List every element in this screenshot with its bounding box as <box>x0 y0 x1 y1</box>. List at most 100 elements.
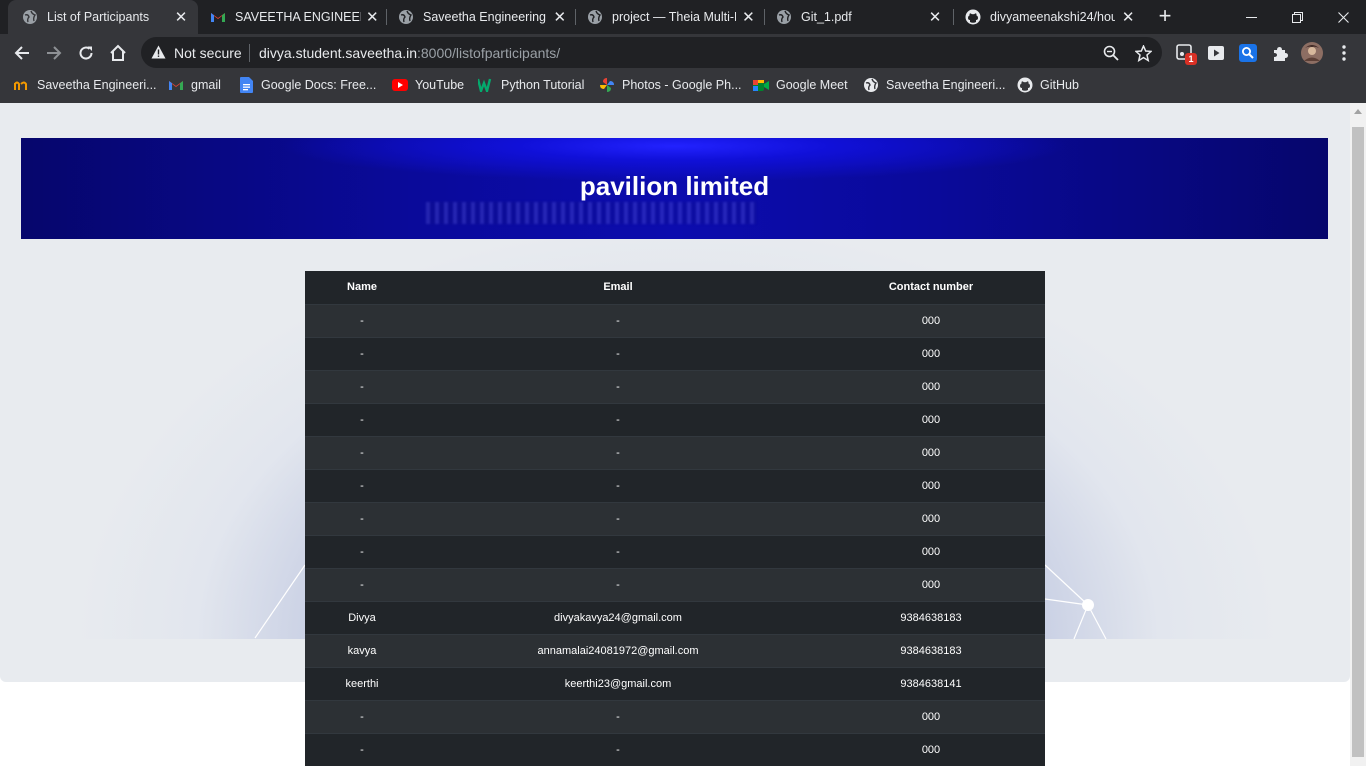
page-scrollbar[interactable] <box>1350 103 1366 766</box>
cell-email: - <box>419 501 817 535</box>
new-tab-button[interactable]: + <box>1153 5 1177 29</box>
bookmark-github[interactable]: GitHub <box>1017 76 1079 94</box>
close-tab-icon[interactable]: ✕ <box>365 8 380 26</box>
bookmark-label: Python Tutorial <box>501 78 585 92</box>
table-row: - -000 <box>305 336 1045 370</box>
close-window-button[interactable] <box>1320 0 1366 34</box>
tab-title: Saveetha Engineering C <box>423 10 548 24</box>
bookmark-saveetha[interactable]: Saveetha Engineeri... <box>14 76 157 94</box>
table-row: - -000 <box>305 402 1045 436</box>
media-icon[interactable] <box>1205 42 1227 64</box>
avatar[interactable] <box>1301 42 1323 64</box>
cell-email: - <box>419 369 817 403</box>
bookmark-youtube[interactable]: YouTube <box>392 76 464 94</box>
back-button[interactable] <box>8 39 36 67</box>
page-viewport: pavilion limited Name Email Contact numb… <box>0 103 1350 766</box>
cell-contact: 000 <box>817 534 1045 568</box>
participants-table-container: Name Email Contact number - -000 - -000 --… <box>305 271 1045 766</box>
header-banner: pavilion limited <box>21 138 1328 239</box>
w3-icon <box>478 77 494 93</box>
url-host: divya.student.saveetha.in <box>259 45 417 61</box>
cell-name: Divya <box>305 600 419 634</box>
github-icon <box>965 9 981 25</box>
github-icon <box>1017 77 1033 93</box>
tab-project-theia[interactable]: project — Theia Multi-L ✕ <box>579 0 761 34</box>
cell-name: - <box>305 468 419 502</box>
url-path: :8000/listofparticipants/ <box>417 45 561 61</box>
banner-ghost-text <box>426 202 756 224</box>
bookmark-google-docs[interactable]: Google Docs: Free... <box>238 76 376 94</box>
scrollbar-thumb[interactable] <box>1352 127 1364 757</box>
table-row: - -000 <box>305 732 1045 766</box>
security-label[interactable]: Not secure <box>174 45 242 61</box>
cell-contact: 000 <box>817 435 1045 469</box>
cell-name: - <box>305 435 419 469</box>
bookmark-label: Saveetha Engineeri... <box>37 78 157 92</box>
table-row: Divya divyakavya24@gmail.com 9384638183 <box>305 600 1045 634</box>
cell-email: keerthi23@gmail.com <box>419 666 817 700</box>
cell-contact: 000 <box>817 336 1045 370</box>
bookmark-google-meet[interactable]: Google Meet <box>753 76 848 94</box>
puzzle-icon[interactable] <box>1269 42 1291 64</box>
tab-title: project — Theia Multi-L <box>612 10 736 24</box>
table-row: - -000 <box>305 369 1045 403</box>
menu-kebab-icon[interactable] <box>1333 42 1355 64</box>
bookmark-label: GitHub <box>1040 78 1079 92</box>
cell-email: - <box>419 699 817 733</box>
column-header-contact: Contact number <box>817 271 1045 305</box>
column-header-name: Name <box>305 271 419 305</box>
warning-icon[interactable] <box>151 45 166 64</box>
tab-git-pdf[interactable]: Git_1.pdf ✕ <box>768 0 948 34</box>
globe-icon <box>863 77 879 93</box>
minimize-button[interactable] <box>1228 0 1274 34</box>
bookmark-google-photos[interactable]: Photos - Google Ph... <box>599 76 742 94</box>
table-header-row: Name Email Contact number <box>305 271 1045 305</box>
bookmark-gmail[interactable]: gmail <box>168 76 221 94</box>
tab-gmail[interactable]: SAVEETHA ENGINEERIN ✕ <box>202 0 384 34</box>
close-tab-icon[interactable]: ✕ <box>926 8 944 26</box>
cell-name: - <box>305 732 419 766</box>
bookmark-python-tutorial[interactable]: Python Tutorial <box>478 76 584 94</box>
globe-icon <box>776 9 792 25</box>
table-row: - -000 <box>305 567 1045 601</box>
cell-contact: 9384638141 <box>817 666 1045 700</box>
home-button[interactable] <box>104 39 132 67</box>
bookmark-saveetha-2[interactable]: Saveetha Engineeri... <box>863 76 1006 94</box>
reload-button[interactable] <box>72 39 100 67</box>
cell-contact: 000 <box>817 732 1045 766</box>
zoom-icon[interactable] <box>1101 43 1121 63</box>
table-row: - -000 <box>305 501 1045 535</box>
cell-name: keerthi <box>305 666 419 700</box>
globe-icon <box>587 9 603 25</box>
arrow-left-icon <box>14 46 29 60</box>
scroll-up-arrow-icon[interactable] <box>1354 109 1362 114</box>
cell-name: - <box>305 534 419 568</box>
cell-contact: 000 <box>817 501 1045 535</box>
home-icon <box>110 44 126 61</box>
cell-email: - <box>419 303 817 337</box>
forward-button[interactable] <box>40 39 68 67</box>
bookmarks-bar: Saveetha Engineeri... gmail Google Docs:… <box>0 71 1366 99</box>
table-row: - -000 <box>305 435 1045 469</box>
cell-contact: 9384638183 <box>817 600 1045 634</box>
cell-contact: 000 <box>817 699 1045 733</box>
tab-saveetha-engineering[interactable]: Saveetha Engineering C ✕ <box>390 0 572 34</box>
tab-github-repo[interactable]: divyameenakshi24/hou ✕ <box>957 0 1141 34</box>
close-tab-icon[interactable]: ✕ <box>172 8 190 26</box>
tab-list-of-participants[interactable]: List of Participants ✕ <box>8 0 198 34</box>
bookmark-label: Google Meet <box>776 78 848 92</box>
bookmark-label: gmail <box>191 78 221 92</box>
restore-button[interactable] <box>1274 0 1320 34</box>
star-icon[interactable] <box>1133 43 1153 63</box>
url-text[interactable]: divya.student.saveetha.in:8000/listofpar… <box>259 45 560 61</box>
tab-title: divyameenakshi24/hou <box>990 10 1116 24</box>
close-tab-icon[interactable]: ✕ <box>551 8 568 26</box>
close-tab-icon[interactable]: ✕ <box>740 8 757 26</box>
cell-name: - <box>305 369 419 403</box>
cell-name: - <box>305 699 419 733</box>
search-extension-icon[interactable] <box>1237 42 1259 64</box>
close-tab-icon[interactable]: ✕ <box>1119 8 1137 26</box>
reload-icon <box>79 46 93 60</box>
address-bar[interactable]: Not secure divya.student.saveetha.in:800… <box>141 37 1162 68</box>
extension-badge-icon[interactable]: 1 <box>1174 42 1197 65</box>
